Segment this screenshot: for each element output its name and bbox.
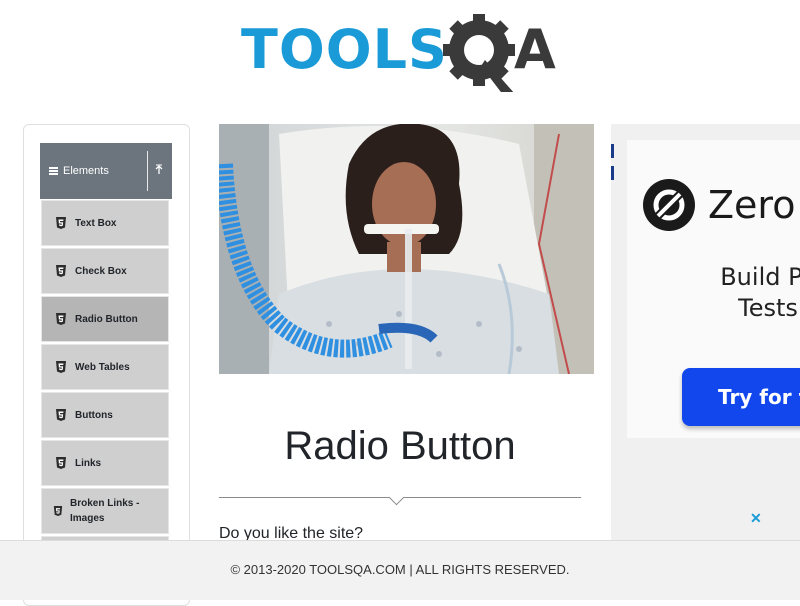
sidebar-item-text-box[interactable]: Text Box (41, 200, 169, 246)
hospital-photo (219, 124, 594, 374)
ad-close-icon[interactable]: ✕ (750, 510, 762, 527)
html5-icon (56, 217, 66, 229)
group-title: Elements (63, 165, 109, 177)
group-divider (147, 151, 148, 191)
html5-icon (56, 409, 66, 421)
sidebar-item-label: Text Box (75, 217, 117, 229)
html5-icon (56, 361, 66, 373)
sidebar-item-web-tables[interactable]: Web Tables (41, 344, 169, 390)
sidebar-item-broken-links[interactable]: Broken Links - Images (41, 488, 169, 534)
advertisement[interactable]: Zero Build Playw Tests usi Try for fr ✕ (611, 124, 800, 540)
html5-icon (56, 313, 66, 325)
elements-menu-list: Text Box Check Box Radio Button Web Tabl… (41, 200, 169, 584)
logo-text-a: A (514, 18, 556, 81)
ad-headline: Build Playw Tests usi (689, 262, 800, 324)
sidebar-item-links[interactable]: Links (41, 440, 169, 486)
zerostep-logo-icon (643, 179, 695, 231)
html5-icon (53, 506, 63, 516)
html5-icon (56, 457, 66, 469)
sidebar-item-label: Broken Links - Images (70, 498, 140, 524)
menu-icon (49, 167, 58, 175)
ad-cta-button[interactable]: Try for fr (682, 368, 800, 426)
page-title: Radio Button (284, 424, 516, 468)
footer-copyright: © 2013-2020 TOOLSQA.COM | ALL RIGHTS RES… (230, 562, 570, 577)
banner-image[interactable] (219, 124, 594, 374)
sidebar-item-label: Radio Button (75, 313, 138, 325)
header: TOOLS A (0, 0, 800, 104)
html5-icon (56, 265, 66, 277)
sidebar-item-label: Web Tables (75, 361, 130, 373)
elements-group-header[interactable]: Elements (40, 143, 172, 199)
sidebar-item-buttons[interactable]: Buttons (41, 392, 169, 438)
footer: © 2013-2020 TOOLSQA.COM | ALL RIGHTS RES… (0, 540, 800, 600)
collapse-arrow-icon[interactable] (154, 164, 164, 179)
sidebar-item-label: Links (75, 457, 102, 469)
ad-marker (611, 144, 614, 158)
ad-marker (611, 166, 614, 180)
sidebar-item-radio-button[interactable]: Radio Button (41, 296, 169, 342)
left-panel: Elements Text Box Check Box Radio Button… (23, 124, 190, 606)
logo-text-tools: TOOLS (241, 18, 448, 81)
divider-chevron-icon (388, 489, 405, 506)
ad-brand: Zero (642, 178, 795, 232)
sidebar-item-label: Check Box (75, 265, 127, 277)
ad-brand-text: Zero (708, 183, 796, 227)
ad-headline-line1: Build Playw (720, 263, 800, 291)
sidebar-item-check-box[interactable]: Check Box (41, 248, 169, 294)
sidebar-item-label: Buttons (75, 409, 113, 421)
toolsqa-logo[interactable]: TOOLS A (241, 14, 571, 92)
ad-card[interactable]: Zero Build Playw Tests usi Try for fr (627, 140, 800, 438)
ad-headline-line2: Tests usi (738, 294, 800, 322)
gear-icon (443, 14, 515, 92)
